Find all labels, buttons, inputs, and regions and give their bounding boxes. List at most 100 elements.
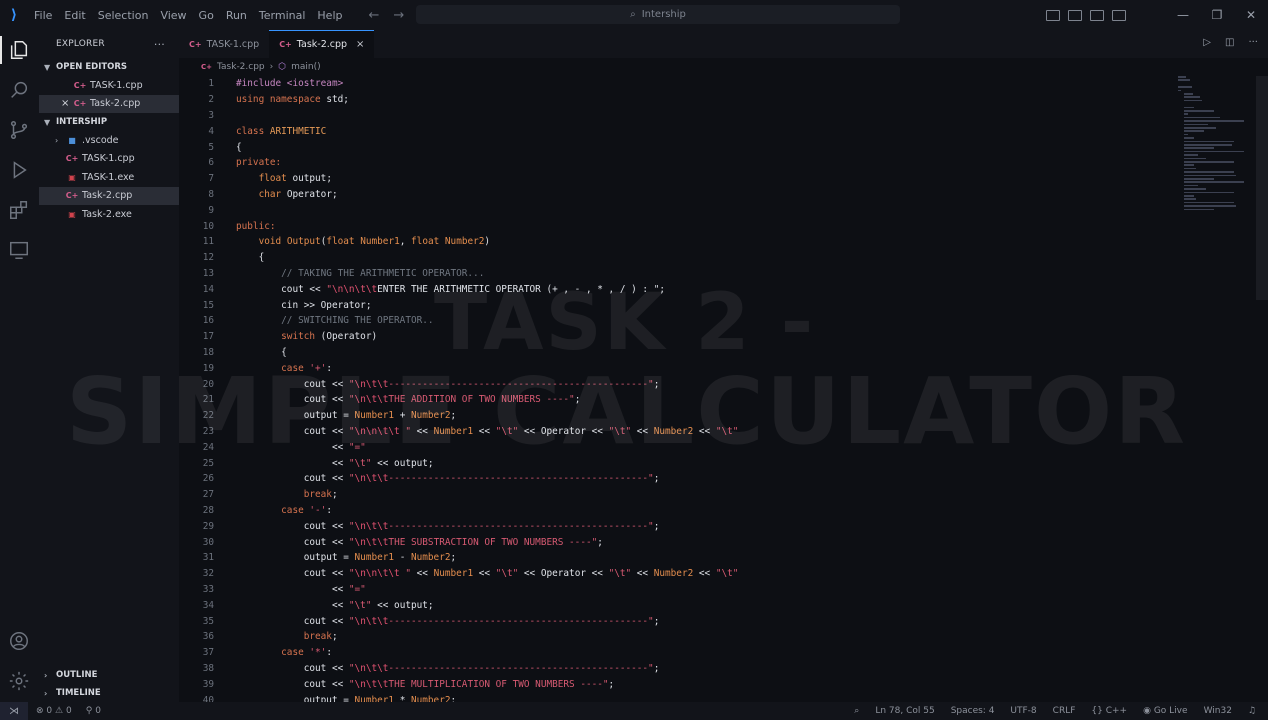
file-tree-item[interactable]: › ■ .vscode (39, 131, 179, 150)
code-line[interactable]: 37 case '*': (179, 645, 332, 661)
remote-indicator-icon[interactable]: ⋊ (0, 702, 28, 720)
extensions-icon[interactable] (8, 199, 30, 221)
code-line[interactable]: 22 output = Number1 + Number2; (179, 408, 456, 424)
menu-go[interactable]: Go (193, 9, 220, 22)
menu-view[interactable]: View (154, 9, 192, 22)
code-line[interactable]: 8 char Operator; (179, 187, 337, 203)
file-tree-item[interactable]: ▣ Task-2.exe (39, 205, 179, 224)
code-line[interactable]: 32 cout << " \n\n\t\t " << Number1 << "\t… (179, 566, 739, 582)
more-actions-icon[interactable]: ··· (1248, 37, 1258, 48)
minimap[interactable] (1178, 76, 1248, 226)
code-line[interactable]: 25 << "\t" << output; (179, 455, 434, 471)
end-of-line[interactable]: CRLF (1053, 706, 1076, 716)
code-line[interactable]: 15 cin >> Operator; (179, 297, 372, 313)
code-line[interactable]: 9 (179, 202, 236, 218)
code-line[interactable]: 6 private: (179, 155, 281, 171)
file-tree-item[interactable]: ▣ TASK-1.exe (39, 168, 179, 187)
menu-edit[interactable]: Edit (58, 9, 91, 22)
outline-section[interactable]: › OUTLINE (39, 666, 179, 684)
tab-task-2[interactable]: C+ Task-2.cpp × (269, 30, 375, 58)
tab-task-1[interactable]: C+ TASK-1.cpp (179, 30, 269, 58)
close-window-icon[interactable]: ✕ (1234, 8, 1268, 22)
menu-help[interactable]: Help (311, 9, 348, 22)
folder-section[interactable]: ▼ INTERSHIP (39, 113, 179, 131)
breadcrumb-file[interactable]: Task-2.cpp (217, 62, 265, 72)
code-line[interactable]: 29 cout << " \n\t\t ----------------------… (179, 518, 660, 534)
menu-run[interactable]: Run (220, 9, 253, 22)
command-center-search[interactable]: ⌕ Intership (416, 5, 900, 24)
toggle-secondary-sidebar-icon[interactable] (1090, 9, 1104, 21)
code-line[interactable]: 21 cout << " \n\t\t THE ADDITION OF TWO NU… (179, 392, 581, 408)
code-line[interactable]: 2 using namespace std; (179, 92, 349, 108)
code-line[interactable]: 26 cout << " \n\t\t ----------------------… (179, 471, 660, 487)
code-line[interactable]: 11 void Output(float Number1, float Numb… (179, 234, 490, 250)
code-line[interactable]: 34 << "\t" << output; (179, 597, 434, 613)
file-tree-item[interactable]: C+ TASK-1.cpp (39, 150, 179, 169)
code-line[interactable]: 35 cout << " \n\t\t ----------------------… (179, 613, 660, 629)
code-line[interactable]: 28 case '-': (179, 503, 332, 519)
file-tree-item-selected[interactable]: C+ Task-2.cpp (39, 186, 179, 205)
code-line[interactable]: 23 cout << " \n\n\t\t " << Number1 << "\t… (179, 424, 739, 440)
open-editors-section[interactable]: ▼ OPEN EDITORS (39, 58, 179, 76)
customize-layout-icon[interactable] (1112, 9, 1126, 21)
problems-indicator[interactable]: ⊗ 0 ⚠ 0 (36, 706, 72, 716)
more-actions-icon[interactable]: ··· (154, 38, 165, 51)
toggle-panel-icon[interactable] (1068, 9, 1082, 21)
forward-arrow-icon[interactable]: → (393, 8, 404, 23)
split-editor-icon[interactable]: ◫ (1225, 37, 1234, 48)
code-line[interactable]: 20 cout << " \n\t\t ----------------------… (179, 376, 660, 392)
code-line[interactable]: 14 cout << " \n\n\t\t ENTER THE ARITHMETIC… (179, 281, 665, 297)
search-activity-icon[interactable] (8, 79, 30, 101)
code-line[interactable]: 36 break; (179, 629, 338, 645)
code-line[interactable]: 16 // SWITCHING THE OPERATOR.. (179, 313, 434, 329)
vertical-scrollbar[interactable] (1256, 76, 1268, 300)
run-file-icon[interactable]: ▷ (1203, 37, 1211, 48)
account-icon[interactable] (8, 630, 30, 652)
open-editor-item[interactable]: C+ TASK-1.cpp (39, 76, 179, 95)
language-mode[interactable]: {} C++ (1091, 706, 1127, 716)
code-line[interactable]: 10 public: (179, 218, 276, 234)
toggle-sidebar-icon[interactable] (1046, 9, 1060, 21)
code-line[interactable]: 19 case '+': (179, 360, 332, 376)
code-line[interactable]: 12 { (179, 250, 265, 266)
code-line[interactable]: 33 << "=" (179, 582, 366, 598)
close-tab-icon[interactable]: × (356, 39, 364, 50)
code-line[interactable]: 1 #include <iostream> (179, 76, 343, 92)
back-arrow-icon[interactable]: ← (368, 8, 379, 23)
notifications-bell-icon[interactable]: ♫ (1248, 706, 1256, 716)
encoding[interactable]: UTF-8 (1010, 706, 1036, 716)
code-line[interactable]: 3 (179, 108, 236, 124)
code-line[interactable]: 18 { (179, 345, 287, 361)
platform[interactable]: Win32 (1204, 706, 1232, 716)
code-line[interactable]: 39 cout << " \n\t\t THE MULTIPLICATION OF … (179, 676, 615, 692)
code-line[interactable]: 17 switch (Operator) (179, 329, 377, 345)
code-line[interactable]: 30 cout << " \n\t\t THE SUBSTRACTION OF TW… (179, 534, 603, 550)
ports-indicator[interactable]: ⚲ 0 (86, 706, 101, 716)
code-line[interactable]: 40 output = Number1 * Number2; (179, 692, 456, 702)
minimize-icon[interactable]: — (1166, 8, 1200, 22)
explorer-icon[interactable] (8, 39, 30, 61)
remote-explorer-icon[interactable] (8, 239, 30, 261)
cursor-position[interactable]: Ln 78, Col 55 (875, 706, 934, 716)
run-debug-icon[interactable] (8, 159, 30, 181)
zoom-icon[interactable]: ⌕ (854, 706, 859, 716)
code-line[interactable]: 13 // TAKING THE ARITHMETIC OPERATOR... (179, 266, 485, 282)
settings-gear-icon[interactable] (8, 670, 30, 692)
code-line[interactable]: 24 << "=" (179, 439, 366, 455)
code-line[interactable]: 7 float output; (179, 171, 332, 187)
timeline-section[interactable]: › TIMELINE (39, 684, 179, 702)
close-icon[interactable]: × (61, 98, 73, 109)
code-line[interactable]: 38 cout << " \n\t\t ----------------------… (179, 661, 660, 677)
source-control-icon[interactable] (8, 119, 30, 141)
go-live-button[interactable]: ◉ Go Live (1143, 706, 1187, 716)
code-line[interactable]: 5{ (179, 139, 241, 155)
menu-selection[interactable]: Selection (92, 9, 155, 22)
code-line[interactable]: 27 break; (179, 487, 338, 503)
menu-file[interactable]: File (28, 9, 58, 22)
restore-icon[interactable]: ❐ (1200, 8, 1234, 22)
indentation[interactable]: Spaces: 4 (951, 706, 995, 716)
open-editor-item[interactable]: × C+ Task-2.cpp (39, 94, 179, 113)
menu-terminal[interactable]: Terminal (253, 9, 312, 22)
code-line[interactable]: 31 output = Number1 - Number2; (179, 550, 456, 566)
breadcrumb-symbol[interactable]: main() (291, 62, 321, 72)
